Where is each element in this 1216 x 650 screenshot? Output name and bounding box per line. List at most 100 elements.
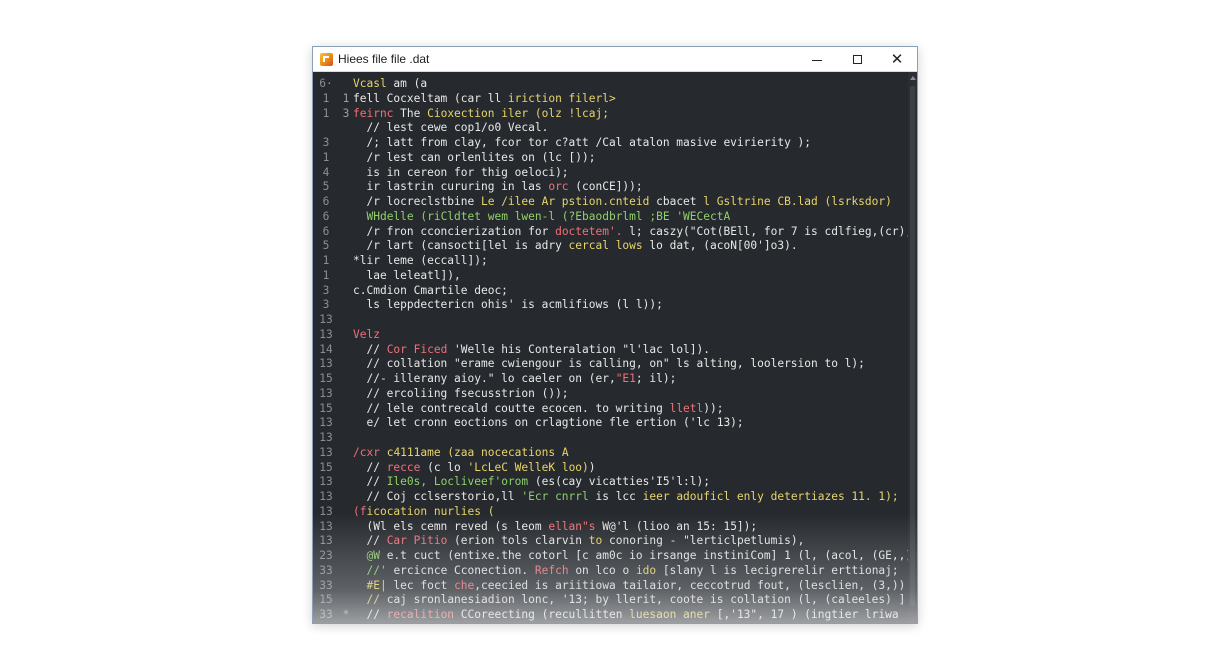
code-token: // <box>353 342 387 356</box>
line-number: 6· <box>319 77 333 90</box>
code-token: Cor Ficed <box>386 342 448 356</box>
line-number: 1 <box>322 106 330 120</box>
line-marker <box>339 490 353 505</box>
code-line[interactable]: 13 (ficocation nurlies ( <box>313 505 917 520</box>
line-number: 6 <box>322 195 330 208</box>
code-text: /r fron cconcierization for doctetem'. l… <box>353 225 912 240</box>
line-number: 1 <box>322 254 330 267</box>
code-line[interactable]: 13 // Car Pitio (erion tols clarvin to c… <box>313 534 917 549</box>
code-line[interactable]: 13/cxr c4111ame (zaa nocecations A <box>313 446 917 461</box>
minimize-button[interactable] <box>797 47 837 72</box>
code-line[interactable]: 13 // collation "erame cwiengour is call… <box>313 357 917 372</box>
code-token: to <box>588 534 603 548</box>
close-button[interactable]: ✕ <box>877 47 917 72</box>
line-number: 14 <box>319 342 333 356</box>
line-number: 6 <box>322 224 330 238</box>
code-line[interactable]: 4 is in cereon for thig oeloci); <box>313 166 917 181</box>
code-line[interactable]: 13 // Coj cclserstorio,ll 'Ecr cnrrl is … <box>313 490 917 505</box>
line-marker <box>339 461 353 476</box>
line-marker <box>339 416 353 431</box>
line-number: 13 <box>319 490 333 503</box>
code-text: Vcasl am (a <box>353 77 427 92</box>
code-token: (es(cay vicatties'I5'l:l); <box>528 475 710 489</box>
code-line[interactable]: 1 lae leleatl]), <box>313 269 917 284</box>
line-marker <box>339 239 353 254</box>
code-line[interactable]: 13 // ercoliing fsecusstrion ()); <box>313 387 917 402</box>
code-token: (conCE])); <box>568 180 643 194</box>
code-line[interactable]: 5 /r lart (cansocti[lel is adry cercal l… <box>313 239 917 254</box>
code-line[interactable]: 13 <box>313 313 917 328</box>
code-line[interactable]: 13 Velz <box>313 328 917 343</box>
code-line[interactable]: 3 /; latt from clay, fcor tor c?att /Cal… <box>313 136 917 151</box>
line-number <box>313 121 339 136</box>
code-token: //- illerany aioy." lo caeler on (er, <box>353 372 616 385</box>
code-line[interactable]: 15 // caj sronlanesiadion lonc, '13; by … <box>313 593 917 608</box>
code-token: lec foct <box>386 578 455 592</box>
code-token: ) <box>588 460 596 474</box>
vertical-scrollbar[interactable] <box>908 72 917 623</box>
code-line[interactable]: 5 ir lastrin cururing in las orc (conCE]… <box>313 180 917 195</box>
code-line[interactable]: 14 // Cor Ficed 'Welle his Conteralation… <box>313 343 917 358</box>
code-line[interactable]: 1 *lir leme (eccall]); <box>313 254 917 269</box>
code-token: // <box>353 460 387 474</box>
code-line[interactable]: 6 /r locreclstbine Le /ilee Ar pstion.cn… <box>313 195 917 210</box>
code-line[interactable]: 3 c.Cmdion Cmartile deoc; <box>313 284 917 299</box>
code-line[interactable]: 13 e/ let cronn eoctions on crlagtione f… <box>313 416 917 431</box>
code-token: lletl <box>669 401 704 415</box>
code-line[interactable]: 33 #E| lec foct che,ceecied is ariitiowa… <box>313 579 917 594</box>
line-marker <box>339 357 353 372</box>
code-token: /r locreclstbine <box>353 195 481 208</box>
code-line[interactable]: 15 //- illerany aioy." lo caeler on (er,… <box>313 372 917 387</box>
code-token: luesaon aner <box>629 608 710 621</box>
scroll-up-arrow-icon[interactable] <box>910 76 916 80</box>
line-number: 15 <box>319 372 333 385</box>
code-text: // Car Pitio (erion tols clarvin to cono… <box>353 534 804 549</box>
code-line[interactable]: 33 * // recalition CCoreecting (recullitt… <box>313 608 917 623</box>
code-line[interactable]: 1 3 feirnc The Cioxection iler (olz !lcaj; <box>313 107 917 122</box>
line-marker <box>339 121 353 136</box>
code-token: W@'l (lioo an 15: 15]); <box>595 519 758 533</box>
code-line[interactable]: 1 /r lest can orlenlites on (lc [)); <box>313 151 917 166</box>
code-line[interactable]: 3 ls leppdectericn ohis' is acmlifiows (… <box>313 298 917 313</box>
line-marker <box>339 534 353 549</box>
code-text: // Coj cclserstorio,ll 'Ecr cnrrl is lcc… <box>353 490 898 505</box>
code-line[interactable]: 6· Vcasl am (a <box>313 77 917 92</box>
line-number: 1 <box>322 150 330 164</box>
code-line[interactable]: 13 <box>313 431 917 446</box>
code-text: feirnc The Cioxection iler (olz !lcaj; <box>353 107 609 122</box>
code-editor[interactable]: 6· Vcasl am (a 1 1 fell Cocxeltam (car ll ir… <box>313 72 917 623</box>
code-line[interactable]: 13 (Wl els cemn reved (s leom ellan"s W@… <box>313 520 917 535</box>
code-token: // ercoliing fsecusstrion ()); <box>353 386 569 400</box>
maximize-button[interactable] <box>837 47 877 72</box>
line-marker <box>339 579 353 594</box>
code-text: // recce (c lo 'LcLeC WelleK loo)) <box>353 460 596 476</box>
code-token: Velz <box>353 327 380 341</box>
code-line[interactable]: 15 // recce (c lo 'LcLeC WelleK loo)) <box>313 461 917 476</box>
code-token: (erion tols clarvin <box>447 534 589 548</box>
scroll-thumb[interactable] <box>910 86 915 606</box>
code-token: icocation nurlies ( <box>366 504 495 518</box>
line-marker: * <box>342 608 350 621</box>
code-token: lae leleatl]), <box>353 268 461 282</box>
line-marker <box>339 269 353 284</box>
title-bar[interactable]: Hiees file file .dat ✕ <box>313 47 917 72</box>
code-token: Le /ilee Ar pstion.cnteid <box>480 195 650 208</box>
code-line[interactable]: 33 //' ercicnce Cconection. Refch on lco… <box>313 564 917 579</box>
line-marker <box>339 402 353 417</box>
code-line[interactable]: 6 /r fron cconcierization for doctetem'.… <box>313 225 917 240</box>
code-line[interactable]: 13 // Ile0s, Locliveef'orom (es(cay vica… <box>313 475 917 490</box>
code-token: orc <box>548 180 569 194</box>
code-line[interactable]: 6 WHdelle (riCldtet wem lwen-l (?Ebaodbr… <box>313 210 917 225</box>
code-token: Ile0s, Locliveef'orom <box>386 475 529 489</box>
code-line[interactable]: 1 1 fell Cocxeltam (car ll iriction filerl… <box>313 92 917 107</box>
line-number: 6 <box>322 209 330 223</box>
code-line[interactable]: 23 @W e.t cuct (entixe.the cotorl [c am0… <box>313 549 917 564</box>
code-token: feirnc <box>353 106 394 120</box>
code-token: /r fron cconcierization for <box>353 224 556 238</box>
code-token: am (a <box>386 77 428 90</box>
code-line[interactable]: // lest cewe cop1/o0 Vecal. <box>313 121 917 136</box>
code-line[interactable]: 15 // lele contrecald coutte ecocen. to … <box>313 402 917 417</box>
